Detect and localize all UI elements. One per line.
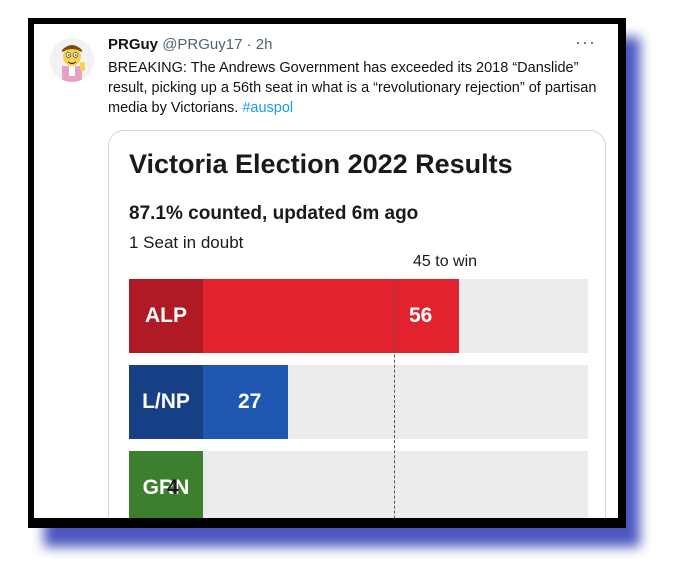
seats-in-doubt: 1 Seat in doubt bbox=[129, 233, 244, 252]
attached-image-card[interactable]: Victoria Election 2022 Results 87.1% cou… bbox=[108, 130, 606, 518]
chart-subtitle: 87.1% counted, updated 6m ago bbox=[129, 203, 419, 224]
bar-row-alp: ALP 56 bbox=[129, 279, 588, 353]
party-label-grn: GRN bbox=[129, 451, 203, 518]
separator: · bbox=[246, 36, 252, 53]
seat-count-alp: 56 bbox=[409, 304, 433, 327]
avatar[interactable] bbox=[50, 38, 94, 82]
hashtag-link[interactable]: #auspol bbox=[242, 100, 293, 116]
seat-count-lnp: 27 bbox=[238, 390, 262, 413]
party-label-alp: ALP bbox=[129, 279, 203, 353]
tweet[interactable]: PRGuy @PRGuy17 · 2h ··· BREAKING: The An… bbox=[34, 24, 618, 518]
handle[interactable]: @PRGuy17 bbox=[162, 36, 242, 53]
more-options-icon[interactable]: ··· bbox=[575, 32, 596, 53]
seat-count-grn: 4 bbox=[167, 476, 179, 499]
bar-row-lnp: L/NP 27 bbox=[129, 365, 588, 439]
tweet-header: PRGuy @PRGuy17 · 2h bbox=[108, 36, 272, 53]
party-label-lnp: L/NP bbox=[129, 365, 203, 439]
display-name[interactable]: PRGuy bbox=[108, 36, 158, 53]
timestamp[interactable]: 2h bbox=[256, 36, 273, 53]
screenshot-frame: PRGuy @PRGuy17 · 2h ··· BREAKING: The An… bbox=[28, 18, 626, 528]
win-threshold-label: 45 to win bbox=[413, 253, 478, 270]
avatar-cartoon-icon bbox=[62, 45, 85, 82]
win-threshold-line bbox=[394, 279, 395, 518]
tweet-text: BREAKING: The Andrews Government has exc… bbox=[108, 58, 598, 118]
bar-row-grn: GRN 4 bbox=[129, 451, 588, 518]
chart-title: Victoria Election 2022 Results bbox=[129, 149, 513, 179]
tweet-body: BREAKING: The Andrews Government has exc… bbox=[108, 60, 597, 116]
